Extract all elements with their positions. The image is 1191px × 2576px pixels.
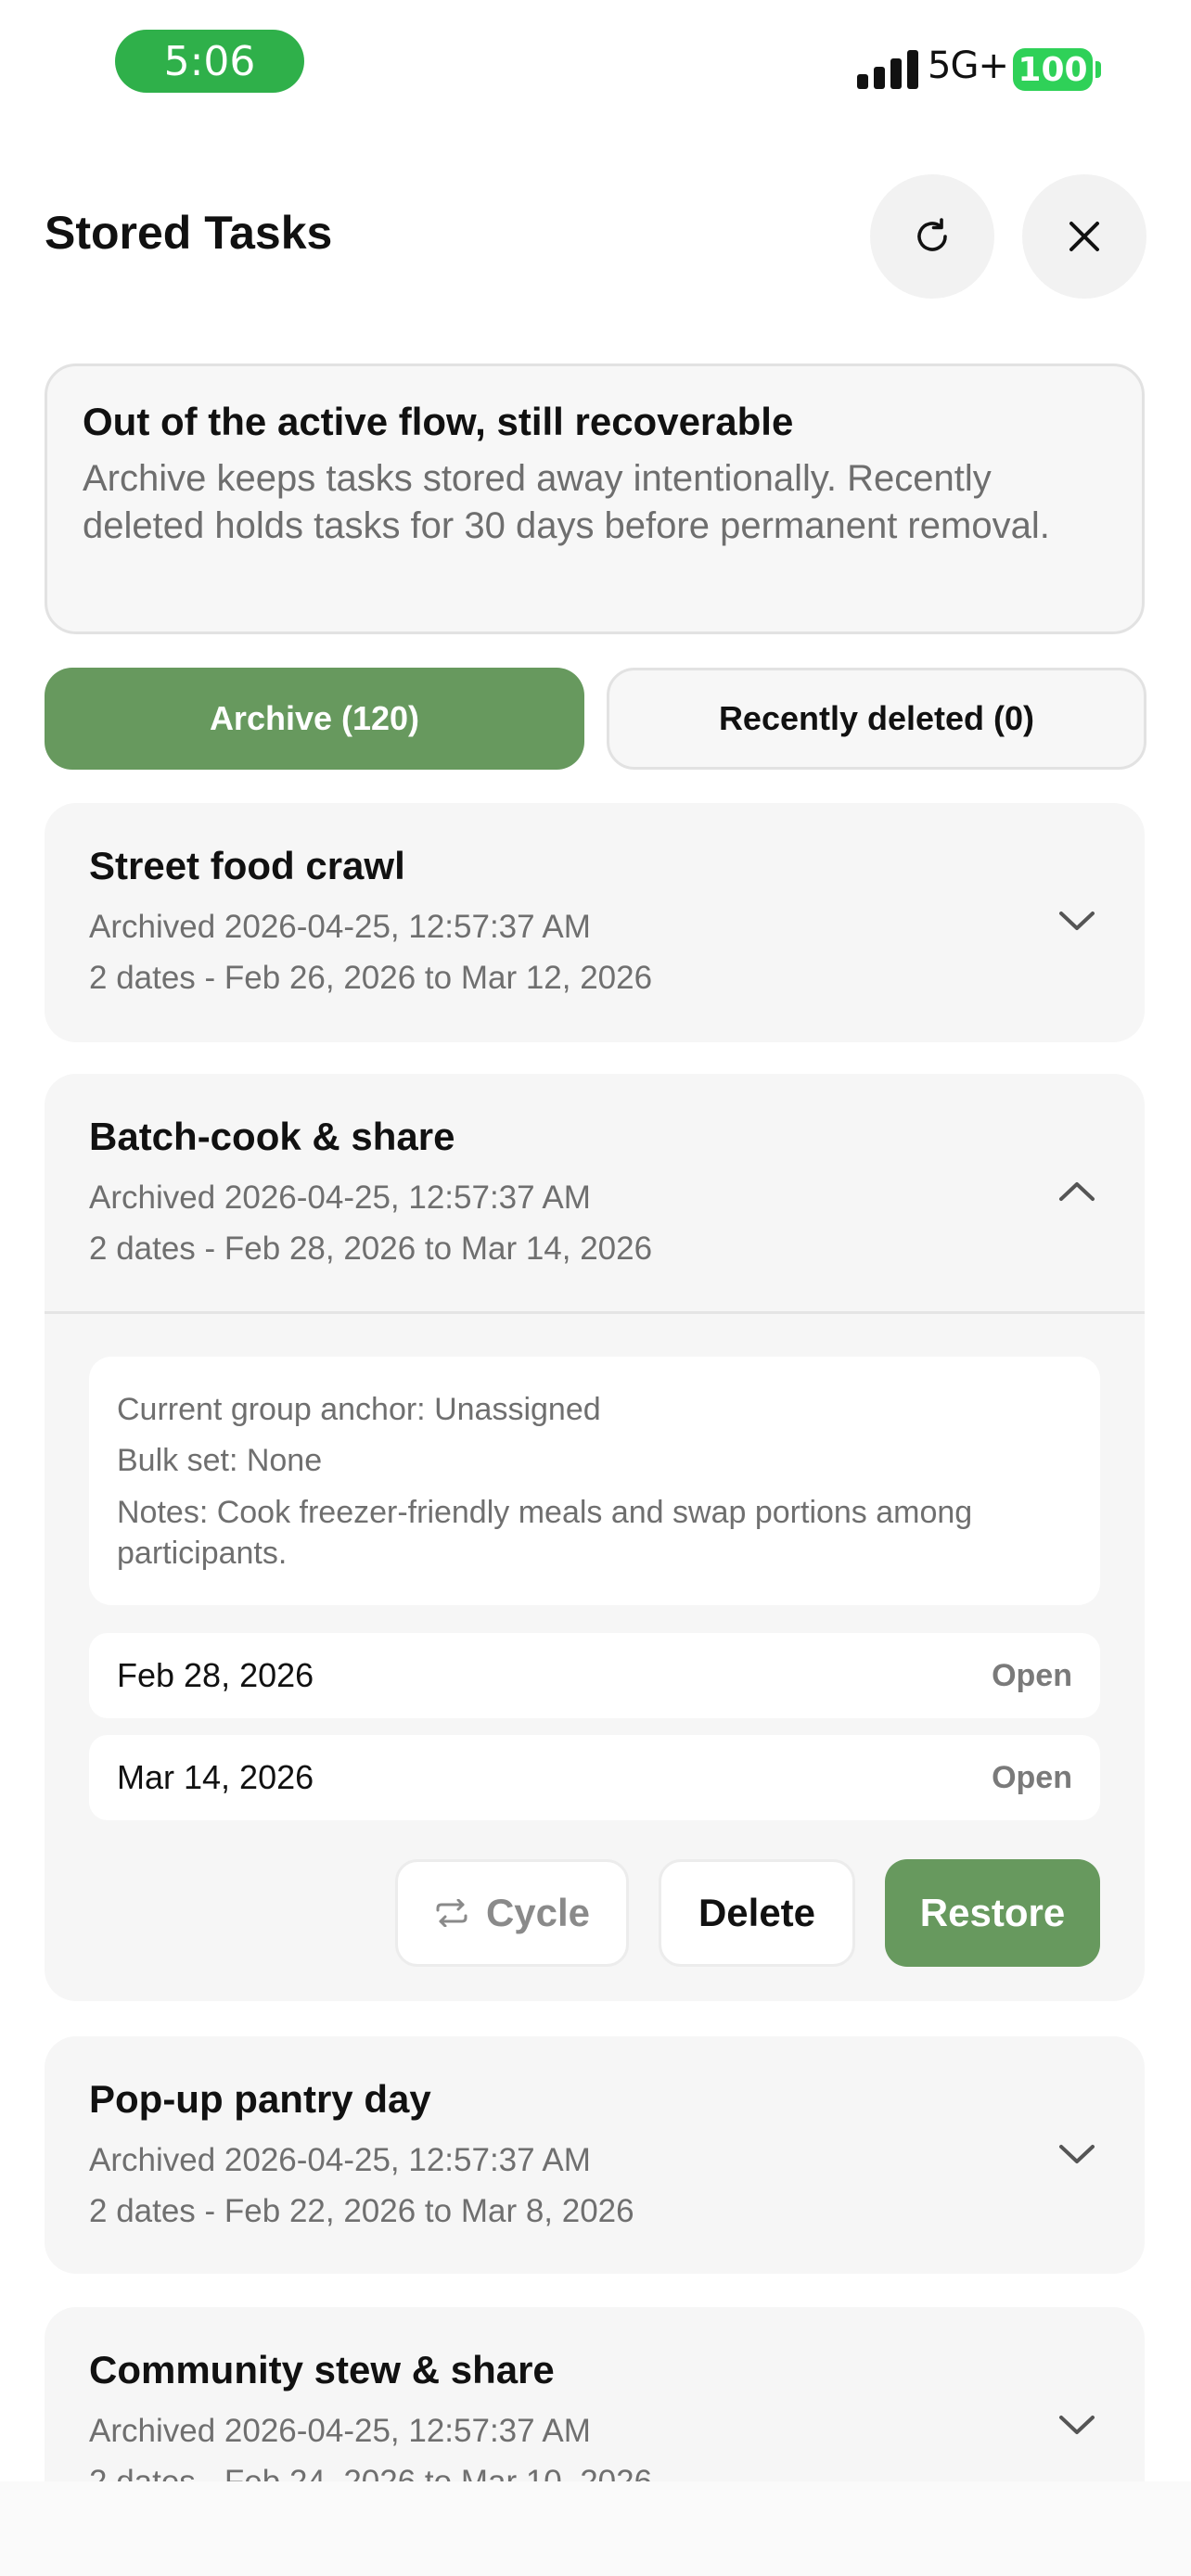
task-date-range: 2 dates - Feb 28, 2026 to Mar 14, 2026 [89,1231,653,1267]
occurrence-date: Feb 28, 2026 [117,1656,314,1694]
stored-tasks-screen: 5:06 5G+ 100 Stored Tasks Out of the act… [0,0,1191,2576]
task-archived-date: Archived 2026-04-25, 12:57:37 AM [89,2413,591,2449]
repeat-icon [436,1899,467,1927]
task-card-expanded[interactable]: Batch-cook & share Archived 2026-04-25, … [45,1074,1145,2001]
chevron-down-icon[interactable] [1054,2402,1100,2448]
notes-text: Notes: Cook freezer-friendly meals and s… [117,1495,973,1571]
info-title: Out of the active flow, still recoverabl… [83,400,794,443]
bulk-set-text: Bulk set: None [117,1443,323,1478]
task-title: Community stew & share [89,2348,555,2391]
network-label: 5G+ [928,45,1009,87]
battery-tip [1095,61,1101,78]
cycle-label: Cycle [485,1891,591,1934]
chevron-down-icon[interactable] [1054,898,1100,944]
task-header[interactable]: Batch-cook & share Archived 2026-04-25, … [45,1074,1145,1311]
task-date-range: 2 dates - Feb 26, 2026 to Mar 12, 2026 [89,960,653,996]
page-title: Stored Tasks [45,207,333,259]
task-card[interactable]: Pop-up pantry day Archived 2026-04-25, 1… [45,2036,1145,2274]
task-card[interactable]: Street food crawl Archived 2026-04-25, 1… [45,803,1145,1042]
info-body: Archive keeps tasks stored away intentio… [83,458,1050,546]
task-title: Street food crawl [89,844,405,887]
delete-button[interactable]: Delete [659,1859,855,1967]
task-info-box: Current group anchor: Unassigned Bulk se… [89,1357,1100,1605]
status-bar: 5:06 5G+ 100 [0,0,1191,130]
tab-recently-deleted[interactable]: Recently deleted (0) [607,668,1146,770]
chevron-up-icon[interactable] [1054,1168,1100,1215]
bottom-area [0,2481,1191,2576]
tab-archive[interactable]: Archive (120) [45,668,584,770]
status-time: 5:06 [115,30,304,93]
occurrence-date: Mar 14, 2026 [117,1758,314,1796]
group-anchor-text: Current group anchor: Unassigned [117,1392,601,1427]
close-button[interactable] [1022,174,1146,299]
task-details: Current group anchor: Unassigned Bulk se… [45,1314,1145,2009]
close-icon [1069,222,1099,251]
refresh-icon [917,218,947,251]
battery-icon: 100 [1013,48,1093,91]
chevron-down-icon[interactable] [1054,2131,1100,2177]
task-title: Batch-cook & share [89,1115,455,1158]
task-actions: Cycle Delete Restore [89,1859,1100,1967]
info-card: Out of the active flow, still recoverabl… [45,363,1145,634]
task-header[interactable]: Pop-up pantry day Archived 2026-04-25, 1… [45,2036,1145,2276]
signal-icon [857,46,920,89]
occurrence-status: Open [992,1759,1072,1795]
task-archived-date: Archived 2026-04-25, 12:57:37 AM [89,2142,591,2178]
occurrence-row: Feb 28, 2026 Open [89,1633,1100,1718]
task-archived-date: Archived 2026-04-25, 12:57:37 AM [89,909,591,945]
refresh-button[interactable] [870,174,994,299]
task-header[interactable]: Street food crawl Archived 2026-04-25, 1… [45,803,1145,1042]
cycle-button[interactable]: Cycle [395,1859,629,1967]
task-date-range: 2 dates - Feb 22, 2026 to Mar 8, 2026 [89,2193,634,2229]
occurrence-status: Open [992,1657,1072,1693]
task-title: Pop-up pantry day [89,2077,431,2121]
task-archived-date: Archived 2026-04-25, 12:57:37 AM [89,1180,591,1216]
occurrence-row: Mar 14, 2026 Open [89,1735,1100,1820]
restore-button[interactable]: Restore [885,1859,1100,1967]
